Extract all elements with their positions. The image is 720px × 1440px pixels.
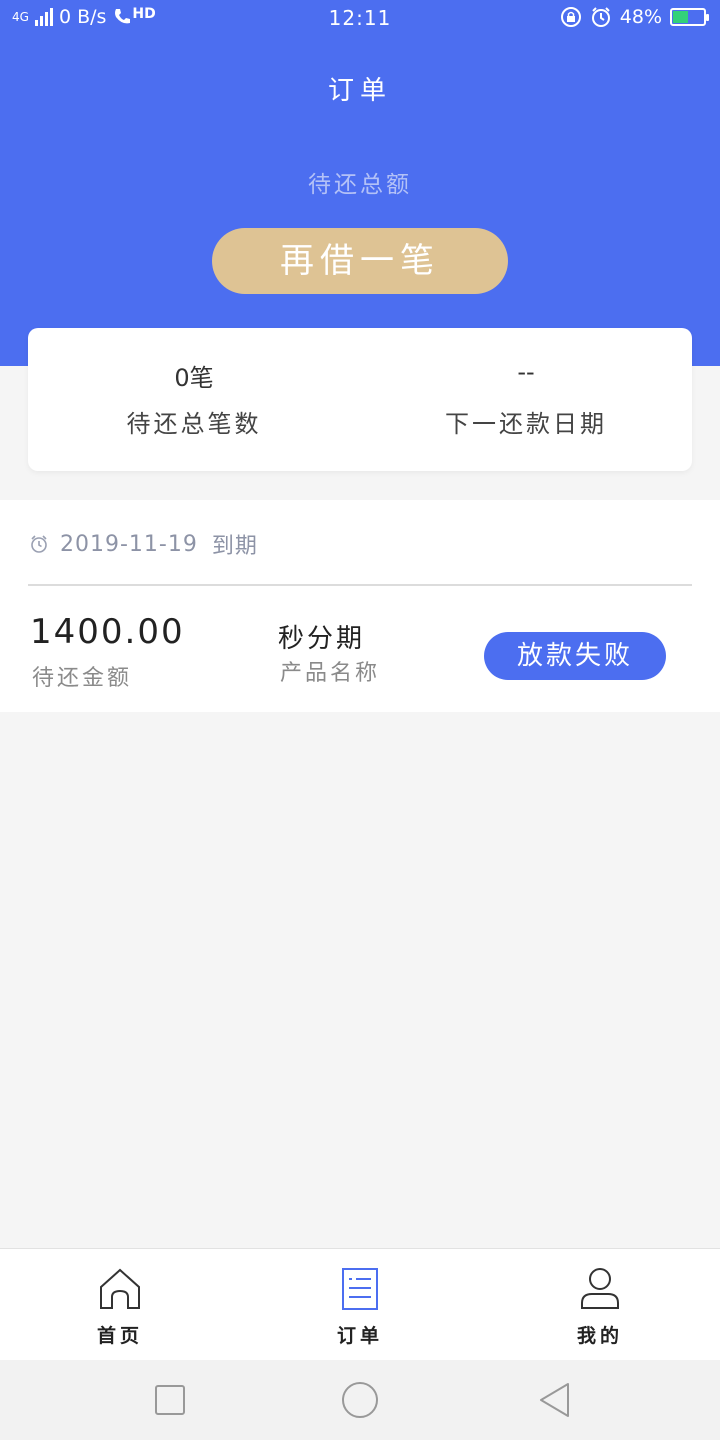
order-card[interactable]: 2019-11-19 到期 1400.00 待还金额 秒分期 产品名称 (0, 500, 720, 712)
due-date: 2019-11-19 (60, 531, 198, 557)
back-icon[interactable] (535, 1380, 575, 1420)
tab-home-label: 首页 (96, 1325, 143, 1347)
alarm-clock-icon (31, 535, 47, 553)
battery-fill (673, 11, 689, 23)
rotation-lock-icon (560, 7, 581, 27)
total-count-value: 0笔 (174, 364, 214, 392)
next-date-section: -- 下一还款日期 (360, 358, 692, 439)
alarm-icon (591, 7, 610, 27)
tab-orders[interactable]: 订单 (300, 1267, 420, 1348)
amount-label: 待还金额 (32, 666, 133, 691)
home-icon (100, 1268, 140, 1309)
tab-home[interactable]: 首页 (60, 1267, 180, 1348)
tab-bar: 首页 订单 我的 (0, 1248, 720, 1360)
orders-icon (342, 1268, 378, 1310)
due-date-row: 2019-11-19 到期 (28, 528, 258, 560)
borrow-again-button[interactable]: 再借一笔 (212, 228, 508, 294)
total-count-section: 0笔 待还总笔数 (28, 358, 360, 439)
tab-mine-label: 我的 (576, 1325, 623, 1347)
page-title: 订单 (327, 76, 392, 106)
home-nav-icon[interactable] (340, 1380, 380, 1420)
total-due-label: 待还总额 (308, 172, 412, 198)
recent-apps-icon[interactable] (150, 1380, 190, 1420)
user-icon (581, 1268, 619, 1309)
next-date-value: -- (517, 358, 535, 386)
summary-card: 0笔 待还总笔数 -- 下一还款日期 (28, 328, 692, 471)
tab-mine[interactable]: 我的 (540, 1267, 660, 1348)
product-name-label: 产品名称 (280, 661, 381, 686)
amount-value: 1400.00 (30, 612, 185, 652)
tab-orders-label: 订单 (336, 1325, 383, 1347)
total-count-label: 待还总笔数 (126, 410, 262, 438)
divider (28, 584, 692, 586)
battery-icon (670, 8, 709, 26)
status-bar: 4G 0 B/s HD 12:11 48% (0, 0, 720, 36)
battery-percent: 48% (619, 6, 662, 28)
next-date-label: 下一还款日期 (445, 410, 607, 438)
due-suffix: 到期 (211, 534, 258, 559)
loan-status-button[interactable]: 放款失败 (484, 632, 666, 680)
system-nav-bar (0, 1360, 720, 1440)
product-name-value: 秒分期 (278, 624, 366, 654)
